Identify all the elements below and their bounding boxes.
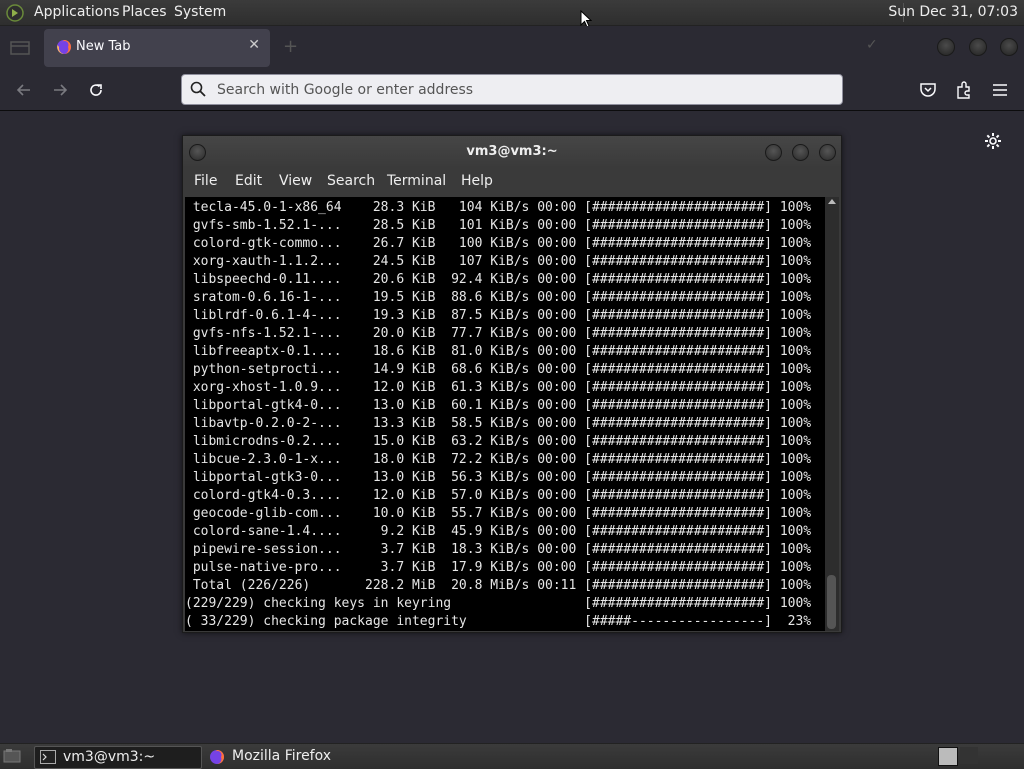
terminal-line: libmicrodns-0.2.... 15.0 KiB 63.2 KiB/s … xyxy=(185,434,812,449)
firefox-icon xyxy=(57,40,71,54)
menu-applications[interactable]: Applications xyxy=(34,0,120,25)
menu-system[interactable]: System xyxy=(174,0,226,25)
terminal-icon xyxy=(40,750,56,764)
terminal-line: gvfs-nfs-1.52.1-... 20.0 KiB 77.7 KiB/s … xyxy=(185,326,812,341)
terminal-line: geocode-glib-com... 10.0 KiB 55.7 KiB/s … xyxy=(185,506,812,521)
terminal-line: xorg-xauth-1.1.2... 24.5 KiB 107 KiB/s 0… xyxy=(185,254,812,269)
terminal-line: Total (226/226) 228.2 MiB 20.8 MiB/s 00:… xyxy=(185,578,812,593)
menu-places[interactable]: Places xyxy=(122,0,167,25)
terminal-line: (229/229) checking keys in keyring [####… xyxy=(185,596,812,611)
terminal-line: libportal-gtk3-0... 13.0 KiB 56.3 KiB/s … xyxy=(185,470,812,485)
close-window-button[interactable] xyxy=(1000,38,1018,56)
terminal-menu-help[interactable]: Help xyxy=(461,173,493,189)
gear-icon[interactable] xyxy=(984,132,1002,150)
close-tab-icon[interactable]: ✕ xyxy=(248,37,260,53)
scrollbar-thumb[interactable] xyxy=(827,575,836,629)
maximize-window-button[interactable] xyxy=(969,38,987,56)
terminal-window[interactable]: vm3@vm3:~ File Edit View Search Terminal… xyxy=(182,135,842,633)
terminal-menu-search[interactable]: Search xyxy=(327,173,375,189)
terminal-menu-file[interactable]: File xyxy=(194,173,217,189)
terminal-line: libfreeaptx-0.1.... 18.6 KiB 81.0 KiB/s … xyxy=(185,344,812,359)
taskbar-item-firefox[interactable]: Mozilla Firefox xyxy=(204,746,384,767)
terminal-close-button[interactable] xyxy=(819,144,836,161)
tab-new-tab[interactable]: New Tab ✕ xyxy=(44,29,270,67)
terminal-line: python-setprocti... 14.9 KiB 68.6 KiB/s … xyxy=(185,362,812,377)
terminal-line: libavtp-0.2.0-2-... 13.3 KiB 58.5 KiB/s … xyxy=(185,416,812,431)
terminal-maximize-button[interactable] xyxy=(792,144,809,161)
hamburger-menu-icon[interactable] xyxy=(990,80,1010,100)
terminal-line: colord-gtk4-0.3.... 12.0 KiB 57.0 KiB/s … xyxy=(185,488,812,503)
show-desktop-icon[interactable] xyxy=(2,748,22,764)
terminal-line: pulse-native-pro... 3.7 KiB 17.9 KiB/s 0… xyxy=(185,560,812,575)
taskbar-item-terminal[interactable]: vm3@vm3:~ xyxy=(34,746,202,769)
terminal-line: pipewire-session... 3.7 KiB 18.3 KiB/s 0… xyxy=(185,542,812,557)
tab-list-icon[interactable] xyxy=(10,40,30,56)
terminal-titlebar[interactable]: vm3@vm3:~ xyxy=(183,136,841,168)
address-bar[interactable] xyxy=(181,74,843,105)
tab-title: New Tab xyxy=(76,39,131,54)
scroll-up-icon[interactable] xyxy=(828,199,836,204)
workspace-1-button[interactable] xyxy=(938,747,958,766)
terminal-line: liblrdf-0.6.1-4-... 19.3 KiB 87.5 KiB/s … xyxy=(185,308,812,323)
workspace-2-button[interactable] xyxy=(960,747,978,764)
taskbar-item-label: Mozilla Firefox xyxy=(232,748,332,764)
checkmark-icon: ✓ xyxy=(866,37,878,53)
terminal-menubar: File Edit View Search Terminal Help xyxy=(183,170,841,196)
terminal-line: colord-gtk-commo... 26.7 KiB 100 KiB/s 0… xyxy=(185,236,812,251)
forward-icon[interactable] xyxy=(50,80,70,100)
terminal-line: sratom-0.6.16-1-... 19.5 KiB 88.6 KiB/s … xyxy=(185,290,812,305)
distro-logo-icon[interactable] xyxy=(6,4,24,22)
minimize-window-button[interactable] xyxy=(937,38,955,56)
terminal-line: libspeechd-0.11.... 20.6 KiB 92.4 KiB/s … xyxy=(185,272,812,287)
terminal-menu-terminal[interactable]: Terminal xyxy=(387,173,446,189)
terminal-menu-view[interactable]: View xyxy=(279,173,312,189)
extensions-icon[interactable] xyxy=(954,80,974,100)
firefox-icon xyxy=(210,750,224,764)
back-icon[interactable] xyxy=(14,80,34,100)
terminal-line: xorg-xhost-1.0.9... 12.0 KiB 61.3 KiB/s … xyxy=(185,380,812,395)
terminal-minimize-button[interactable] xyxy=(765,144,782,161)
new-tab-icon[interactable]: + xyxy=(283,36,298,57)
bottom-panel: vm3@vm3:~ Mozilla Firefox xyxy=(0,743,1024,769)
clock[interactable]: Sun Dec 31, 07:03 xyxy=(888,0,1018,25)
terminal-scrollbar[interactable] xyxy=(825,197,839,631)
terminal-line: libcue-2.3.0-1-x... 18.0 KiB 72.2 KiB/s … xyxy=(185,452,812,467)
terminal-line: tecla-45.0-1-x86_64 28.3 KiB 104 KiB/s 0… xyxy=(185,200,812,215)
terminal-line: colord-sane-1.4.... 9.2 KiB 45.9 KiB/s 0… xyxy=(185,524,812,539)
terminal-line: gvfs-smb-1.52.1-... 28.5 KiB 101 KiB/s 0… xyxy=(185,218,812,233)
reload-icon[interactable] xyxy=(86,80,106,100)
terminal-output[interactable]: tecla-45.0-1-x86_64 28.3 KiB 104 KiB/s 0… xyxy=(185,197,825,631)
terminal-title: vm3@vm3:~ xyxy=(466,144,558,159)
pocket-icon[interactable] xyxy=(918,80,938,100)
search-icon xyxy=(190,81,206,97)
top-panel: Applications Places System Sun Dec 31, 0… xyxy=(0,0,1024,26)
terminal-line: libportal-gtk4-0... 13.0 KiB 60.1 KiB/s … xyxy=(185,398,812,413)
terminal-menu-edit[interactable]: Edit xyxy=(235,173,262,189)
window-menu-button[interactable] xyxy=(189,144,206,161)
terminal-line: ( 33/229) checking package integrity [##… xyxy=(185,614,812,629)
taskbar-item-label: vm3@vm3:~ xyxy=(63,749,156,765)
search-input[interactable] xyxy=(215,79,819,101)
